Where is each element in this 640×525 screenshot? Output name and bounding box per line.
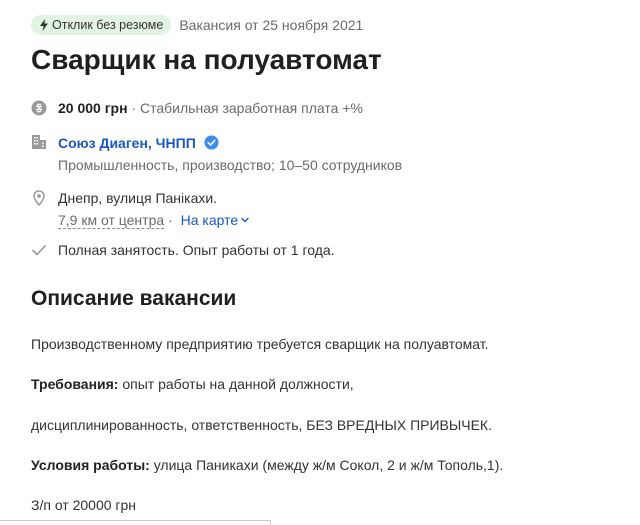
checkmark-icon	[32, 245, 46, 256]
employment-row: Полная занятость. Опыт работы от 1 года.	[31, 239, 335, 261]
address-row: Днепр, вулиця Панікахи. 7,9 км от центра…	[31, 187, 250, 231]
salary-value: 20 000 грн	[58, 100, 128, 116]
lightning-icon	[40, 19, 48, 31]
job-title: Сварщик на полуавтомат	[31, 44, 382, 75]
vacancy-meta-row: Отклик без резюме Вакансия от 25 ноября …	[31, 15, 363, 35]
distance-from-center[interactable]: 7,9 км от центра	[58, 212, 165, 229]
divider-corner	[270, 520, 271, 525]
divider	[0, 520, 271, 521]
salary-line: З/п от 20000 грн	[31, 497, 137, 513]
verified-check-icon	[204, 135, 219, 150]
salary-row: 20 000 грн · Стабильная заработная плата…	[31, 97, 363, 119]
hryvnia-coin-icon	[31, 100, 47, 116]
vacancy-date: Вакансия от 25 ноября 2021	[179, 17, 364, 33]
show-on-map-label: На карте	[180, 212, 239, 228]
address-separator: ·	[168, 212, 173, 228]
salary-note: Стабильная заработная плата +%	[140, 100, 363, 116]
address-street: Днепр, вулиця Панікахи.	[58, 190, 218, 206]
show-on-map-link[interactable]: На карте	[181, 212, 251, 228]
requirements-label: Требования:	[31, 376, 119, 392]
quick-apply-badge: Отклик без резюме	[31, 15, 172, 35]
conditions-paragraph: Условия работы: улица Паникахи (между ж/…	[31, 454, 503, 476]
salary-separator: ·	[131, 100, 137, 116]
location-pin-icon	[33, 190, 45, 206]
conditions-label: Условия работы:	[31, 457, 150, 473]
description-intro: Производственному предприятию требуется …	[31, 336, 489, 352]
building-icon	[32, 135, 46, 149]
requirements-text: опыт работы на данной должности,	[118, 376, 354, 392]
company-description: Промышленность, производство; 10–50 сотр…	[58, 157, 403, 173]
chevron-down-icon	[241, 217, 249, 223]
description-heading: Описание вакансии	[31, 287, 237, 310]
requirements-continuation: дисциплинированность, ответственность, Б…	[31, 417, 492, 433]
company-row: Союз Диаген, ЧНПП Промышленность, произв…	[31, 132, 402, 176]
quick-apply-badge-label: Отклик без резюме	[52, 18, 164, 32]
conditions-text: улица Паникахи (между ж/м Сокол, 2 и ж/м…	[149, 457, 504, 473]
employment-info: Полная занятость. Опыт работы от 1 года.	[58, 242, 335, 258]
requirements-paragraph: Требования: опыт работы на данной должно…	[31, 373, 354, 395]
vacancy-page: Отклик без резюме Вакансия от 25 ноября …	[0, 0, 640, 525]
company-link[interactable]: Союз Диаген, ЧНПП	[58, 135, 196, 151]
